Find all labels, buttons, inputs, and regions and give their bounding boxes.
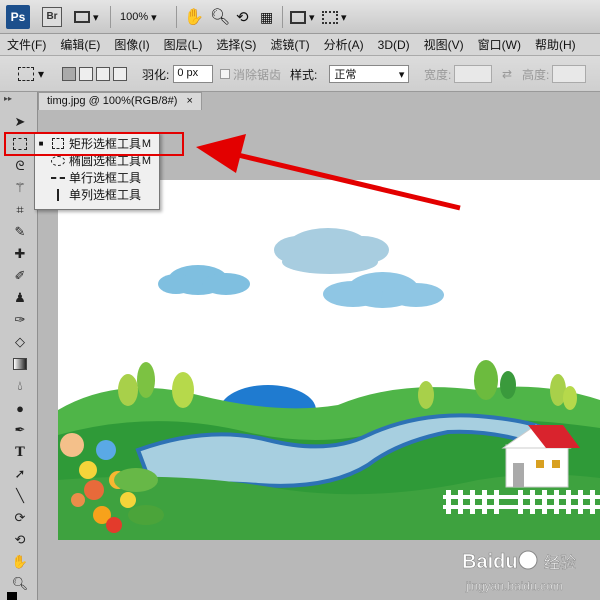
svg-text:经验: 经验: [544, 553, 576, 572]
baidu-jingyan-watermark: Baidu 经验 jingyan.baidu.com: [462, 550, 576, 593]
watermark-brand: Baidu: [462, 551, 518, 573]
annotation-arrow: [196, 134, 461, 211]
watermark-url: jingyan.baidu.com: [465, 579, 563, 593]
paw-icon: [518, 550, 538, 570]
